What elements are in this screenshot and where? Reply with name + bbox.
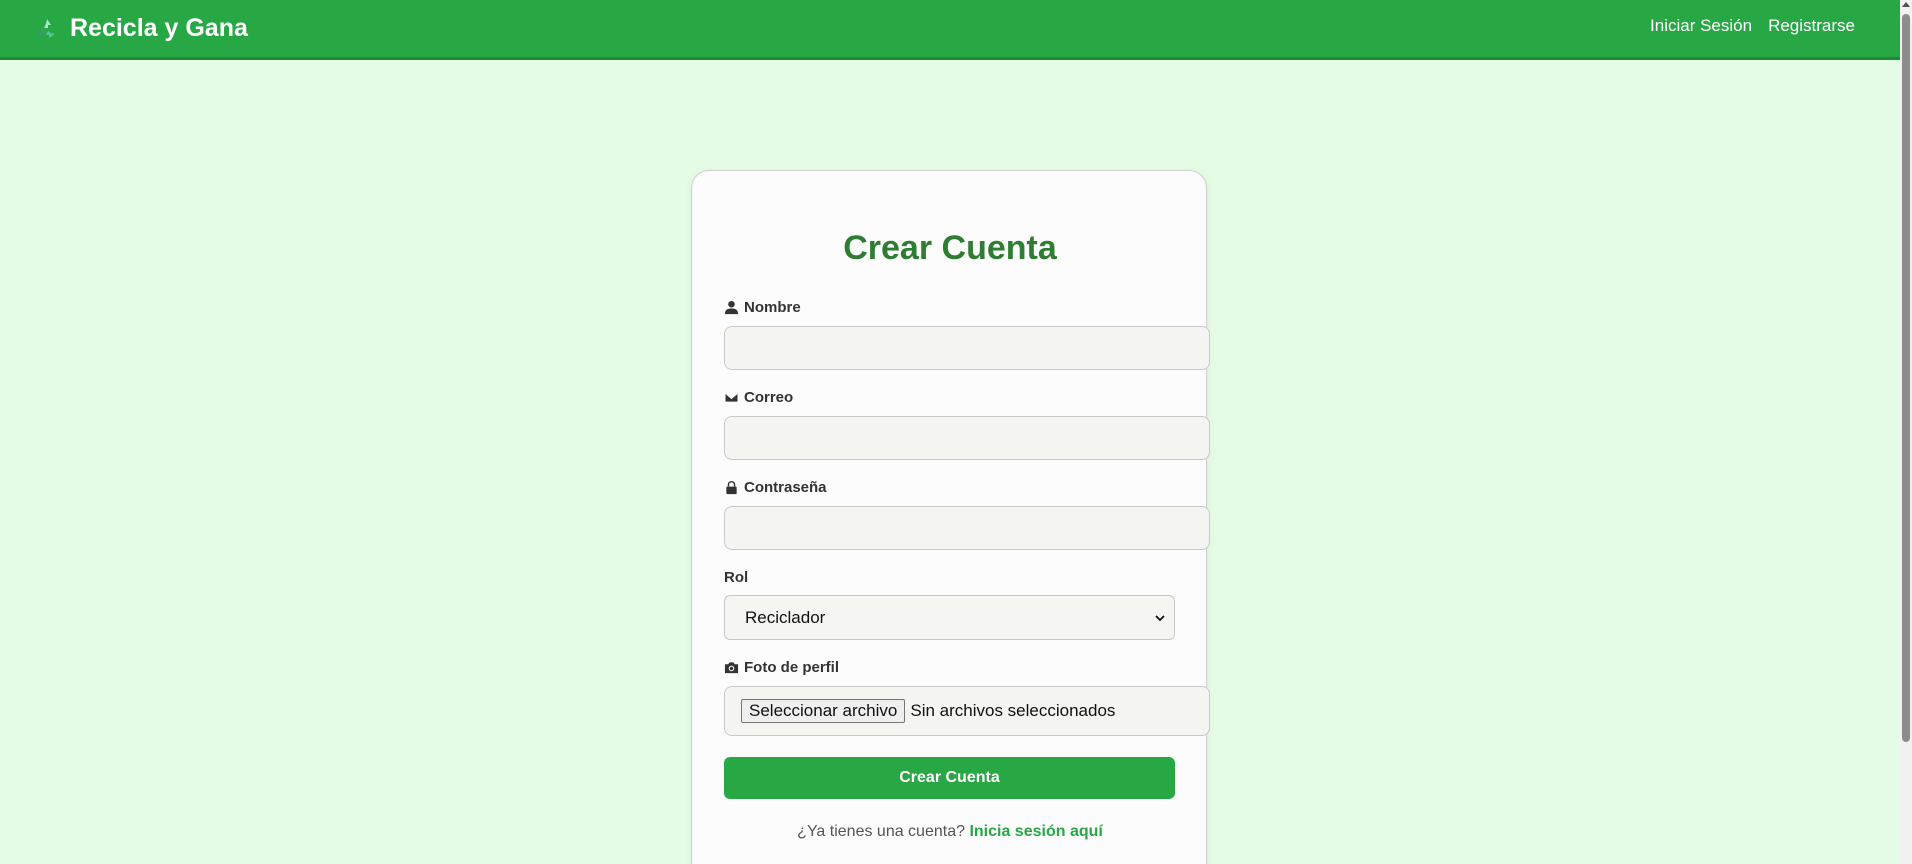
create-account-button[interactable]: Crear Cuenta xyxy=(724,757,1175,799)
rol-label: Rol xyxy=(724,569,748,586)
nombre-input[interactable] xyxy=(724,326,1210,370)
recycle-icon xyxy=(39,18,55,38)
lock-icon xyxy=(726,480,737,495)
user-icon xyxy=(724,300,739,315)
correo-input[interactable] xyxy=(724,416,1210,460)
nav-link-login[interactable]: Iniciar Sesión xyxy=(1650,16,1752,36)
file-status: Sin archivos seleccionados xyxy=(910,701,1116,720)
brand-title: Recicla y Gana xyxy=(70,14,248,42)
correo-label-text: Correo xyxy=(744,389,794,406)
navbar: Recicla y Gana Iniciar Sesión Registrars… xyxy=(0,0,1900,60)
login-prompt-text: ¿Ya tienes una cuenta? xyxy=(797,823,965,840)
scrollbar-thumb[interactable] xyxy=(1902,14,1910,742)
scroll-up-arrow-icon[interactable] xyxy=(1902,2,1910,7)
signup-card: Crear Cuenta Nombre Correo Contraseña Ro… xyxy=(691,170,1210,864)
chevron-down-icon xyxy=(1155,614,1165,621)
correo-label: Correo xyxy=(724,389,793,406)
nombre-label-text: Nombre xyxy=(744,299,801,316)
contrasena-input[interactable] xyxy=(724,506,1210,550)
contrasena-label: Contraseña xyxy=(724,479,827,496)
foto-label: Foto de perfil xyxy=(724,659,839,676)
login-link[interactable]: Inicia sesión aquí xyxy=(969,823,1102,840)
login-prompt: ¿Ya tienes una cuenta? Inicia sesión aqu… xyxy=(692,823,1208,841)
rol-select[interactable]: Reciclador xyxy=(724,595,1175,640)
foto-label-text: Foto de perfil xyxy=(744,659,839,676)
contrasena-label-text: Contraseña xyxy=(744,479,827,496)
nav-link-register[interactable]: Registrarse xyxy=(1768,16,1855,36)
camera-icon xyxy=(724,662,739,674)
page-title: Crear Cuenta xyxy=(843,229,1057,267)
select-file-button[interactable]: Seleccionar archivo xyxy=(741,699,906,723)
rol-label-text: Rol xyxy=(724,569,749,586)
rol-selected-value: Reciclador xyxy=(745,607,826,627)
nombre-label: Nombre xyxy=(724,299,801,316)
nav-links: Iniciar Sesión Registrarse xyxy=(1650,16,1855,36)
envelope-icon xyxy=(724,392,739,403)
foto-file-input: Seleccionar archivo Sin archivos selecci… xyxy=(724,686,1210,736)
scrollbar[interactable] xyxy=(1900,0,1912,864)
brand[interactable]: Recicla y Gana xyxy=(34,14,248,43)
